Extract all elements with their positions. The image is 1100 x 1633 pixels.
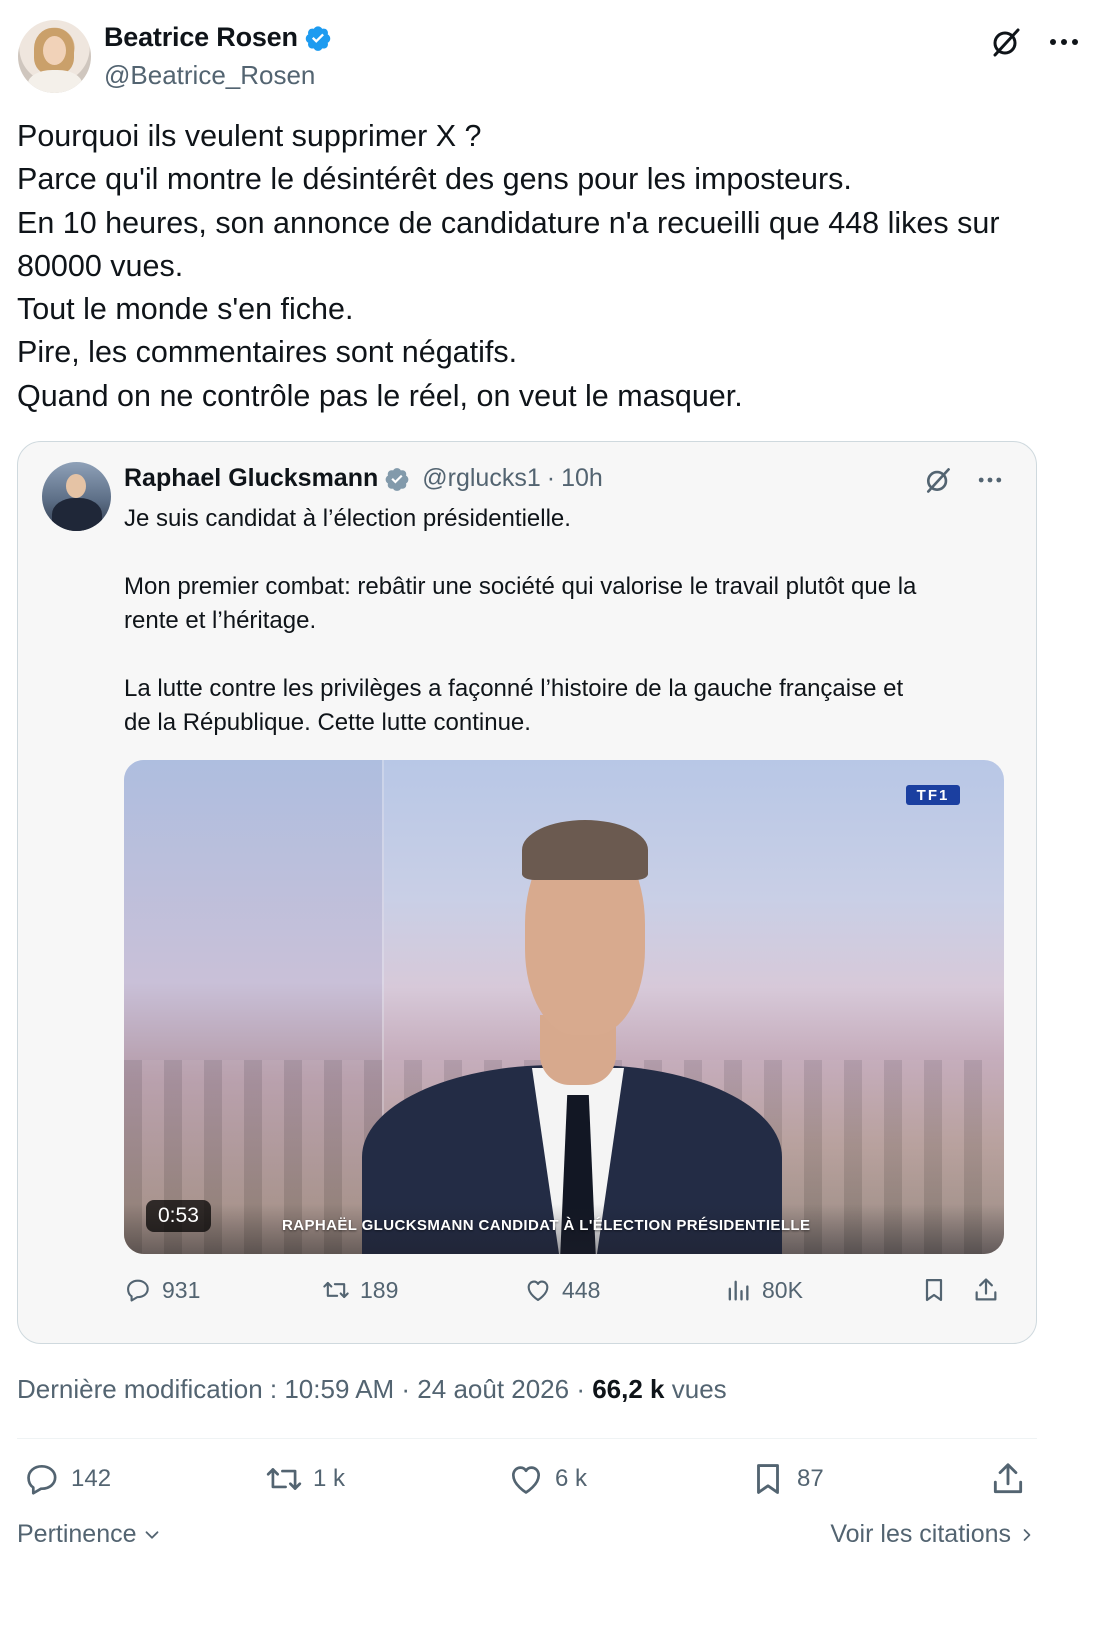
quoted-reply-count: 931: [162, 1276, 201, 1303]
quoted-reply-button[interactable]: 931: [124, 1276, 200, 1304]
like-count: 6 k: [555, 1465, 588, 1492]
quoted-grok-icon[interactable]: [920, 462, 956, 498]
share-icon: [993, 1463, 1023, 1494]
views-count: 66,2 k: [592, 1374, 665, 1404]
quoted-avatar-body: [52, 498, 102, 531]
reply-controls: Pertinence Voir les citations: [17, 1520, 1037, 1560]
tweet-header: Beatrice Rosen @Beatrice_Rosen: [18, 20, 1082, 94]
bookmark-button[interactable]: 87: [749, 1460, 824, 1498]
quoted-repost-count: 189: [360, 1276, 399, 1303]
tweet-actions: 142 1 k 6 k 87: [17, 1460, 1037, 1506]
reply-icon: [27, 1464, 57, 1495]
video-caption: RAPHAËL GLUCKSMANN CANDIDAT À L'ÉLECTION…: [282, 1217, 811, 1234]
quoted-tweet[interactable]: Raphael Glucksmann @rglucks1 · 10h Je su…: [17, 441, 1037, 1344]
avatar-face: [43, 36, 66, 65]
quoted-text: Je suis candidat à l’élection présidenti…: [124, 502, 1004, 740]
heart-icon: [527, 1280, 549, 1301]
more-icon[interactable]: [1046, 24, 1082, 60]
quoted-author-avatar[interactable]: [42, 462, 111, 531]
quoted-name-row: Raphael Glucksmann @rglucks1 · 10h: [124, 464, 603, 493]
heart-icon: [511, 1466, 541, 1494]
quoted-paragraph: Je suis candidat à l’élection présidenti…: [124, 502, 1004, 536]
reply-button[interactable]: 142: [23, 1460, 111, 1498]
quoted-top-actions: [920, 462, 1008, 498]
repost-button[interactable]: 1 k: [265, 1460, 345, 1498]
repost-icon: [266, 1468, 302, 1490]
tweet-line: En 10 heures, son annonce de candidature…: [17, 205, 1000, 240]
quoted-avatar-head: [66, 474, 86, 498]
quoted-bookmark-button[interactable]: [920, 1276, 948, 1304]
quoted-verified-badge-icon: [385, 467, 409, 491]
quoted-views-count: 80K: [762, 1276, 803, 1303]
view-quotes-label: Voir les citations: [830, 1520, 1011, 1548]
video-duration: 0:53: [146, 1200, 211, 1232]
reply-icon: [127, 1279, 149, 1302]
author-name-row: Beatrice Rosen: [104, 22, 332, 53]
views-icon: [728, 1280, 749, 1301]
quoted-line: Je suis candidat à l’élection présidenti…: [124, 505, 571, 532]
tweet-line: 80000 vues.: [17, 248, 184, 283]
reply-count: 142: [71, 1465, 112, 1492]
tweet-line: Tout le monde s'en fiche.: [17, 292, 354, 327]
video-speaker: [362, 810, 782, 1254]
quoted-timestamp[interactable]: 10h: [561, 464, 603, 493]
tweet-line: Quand on ne contrôle pas le réel, on veu…: [17, 378, 743, 413]
chevron-down-icon: [145, 1530, 158, 1539]
speaker-hair: [522, 820, 648, 880]
author-avatar[interactable]: [18, 20, 91, 93]
verified-badge-icon: [305, 25, 331, 51]
quoted-handle[interactable]: @rglucks1: [422, 464, 540, 493]
tweet-meta: Dernière modification : 10:59 AM · 24 ao…: [17, 1374, 727, 1405]
views-label: vues: [664, 1374, 727, 1404]
quoted-more-icon[interactable]: [972, 462, 1008, 498]
sort-label: Pertinence: [17, 1520, 137, 1548]
quoted-line: Mon premier combat: rebâtir une société …: [124, 573, 917, 600]
divider: [17, 1438, 1037, 1439]
quoted-repost-button[interactable]: 189: [322, 1276, 398, 1304]
like-button[interactable]: 6 k: [507, 1460, 587, 1498]
chevron-right-icon: [1023, 1528, 1031, 1541]
bookmark-icon: [925, 1278, 943, 1302]
share-icon: [975, 1278, 997, 1301]
edit-timestamp[interactable]: Dernière modification : 10:59 AM · 24 ao…: [17, 1374, 592, 1404]
tweet-line: Pourquoi ils veulent supprimer X ?: [17, 119, 482, 153]
tweet-line: Pire, les commentaires sont négatifs.: [17, 335, 518, 370]
channel-logo: TF1: [906, 785, 960, 805]
grok-icon[interactable]: [988, 24, 1024, 60]
quoted-metrics: 931 189 448 80K: [124, 1276, 1008, 1312]
quoted-like-count: 448: [562, 1276, 601, 1303]
sort-dropdown[interactable]: Pertinence: [17, 1520, 163, 1549]
quoted-line: La lutte contre les privilèges a façonné…: [124, 675, 904, 702]
top-actions: [988, 24, 1082, 60]
tweet-line: Parce qu'il montre le désintérêt des gen…: [17, 162, 852, 197]
bookmark-count: 87: [797, 1465, 824, 1492]
bookmark-icon: [757, 1464, 779, 1494]
quoted-like-button[interactable]: 448: [524, 1276, 600, 1304]
repost-count: 1 k: [313, 1465, 346, 1492]
tweet-text: Pourquoi ils veulent supprimer X ? Parce…: [17, 115, 1083, 418]
avatar-body: [28, 70, 82, 93]
repost-icon: [323, 1281, 349, 1299]
quoted-line: rente et l’héritage.: [124, 607, 317, 634]
quoted-paragraph: Mon premier combat: rebâtir une société …: [124, 570, 1004, 638]
view-quotes-link[interactable]: Voir les citations: [830, 1520, 1037, 1549]
quoted-separator: ·: [546, 464, 556, 492]
video-player[interactable]: TF1 RAPHAËL GLUCKSMANN CANDIDAT À L'ÉLEC…: [124, 760, 1004, 1254]
quoted-share-button[interactable]: [972, 1276, 1000, 1304]
author-handle[interactable]: @Beatrice_Rosen: [104, 60, 315, 91]
quoted-display-name[interactable]: Raphael Glucksmann: [124, 464, 378, 493]
author-display-name[interactable]: Beatrice Rosen: [104, 22, 298, 53]
share-button[interactable]: [989, 1460, 1027, 1498]
quoted-line: de la République. Cette lutte continue.: [124, 709, 531, 736]
quoted-paragraph: La lutte contre les privilèges a façonné…: [124, 672, 1004, 740]
quoted-views-button[interactable]: 80K: [724, 1276, 803, 1304]
